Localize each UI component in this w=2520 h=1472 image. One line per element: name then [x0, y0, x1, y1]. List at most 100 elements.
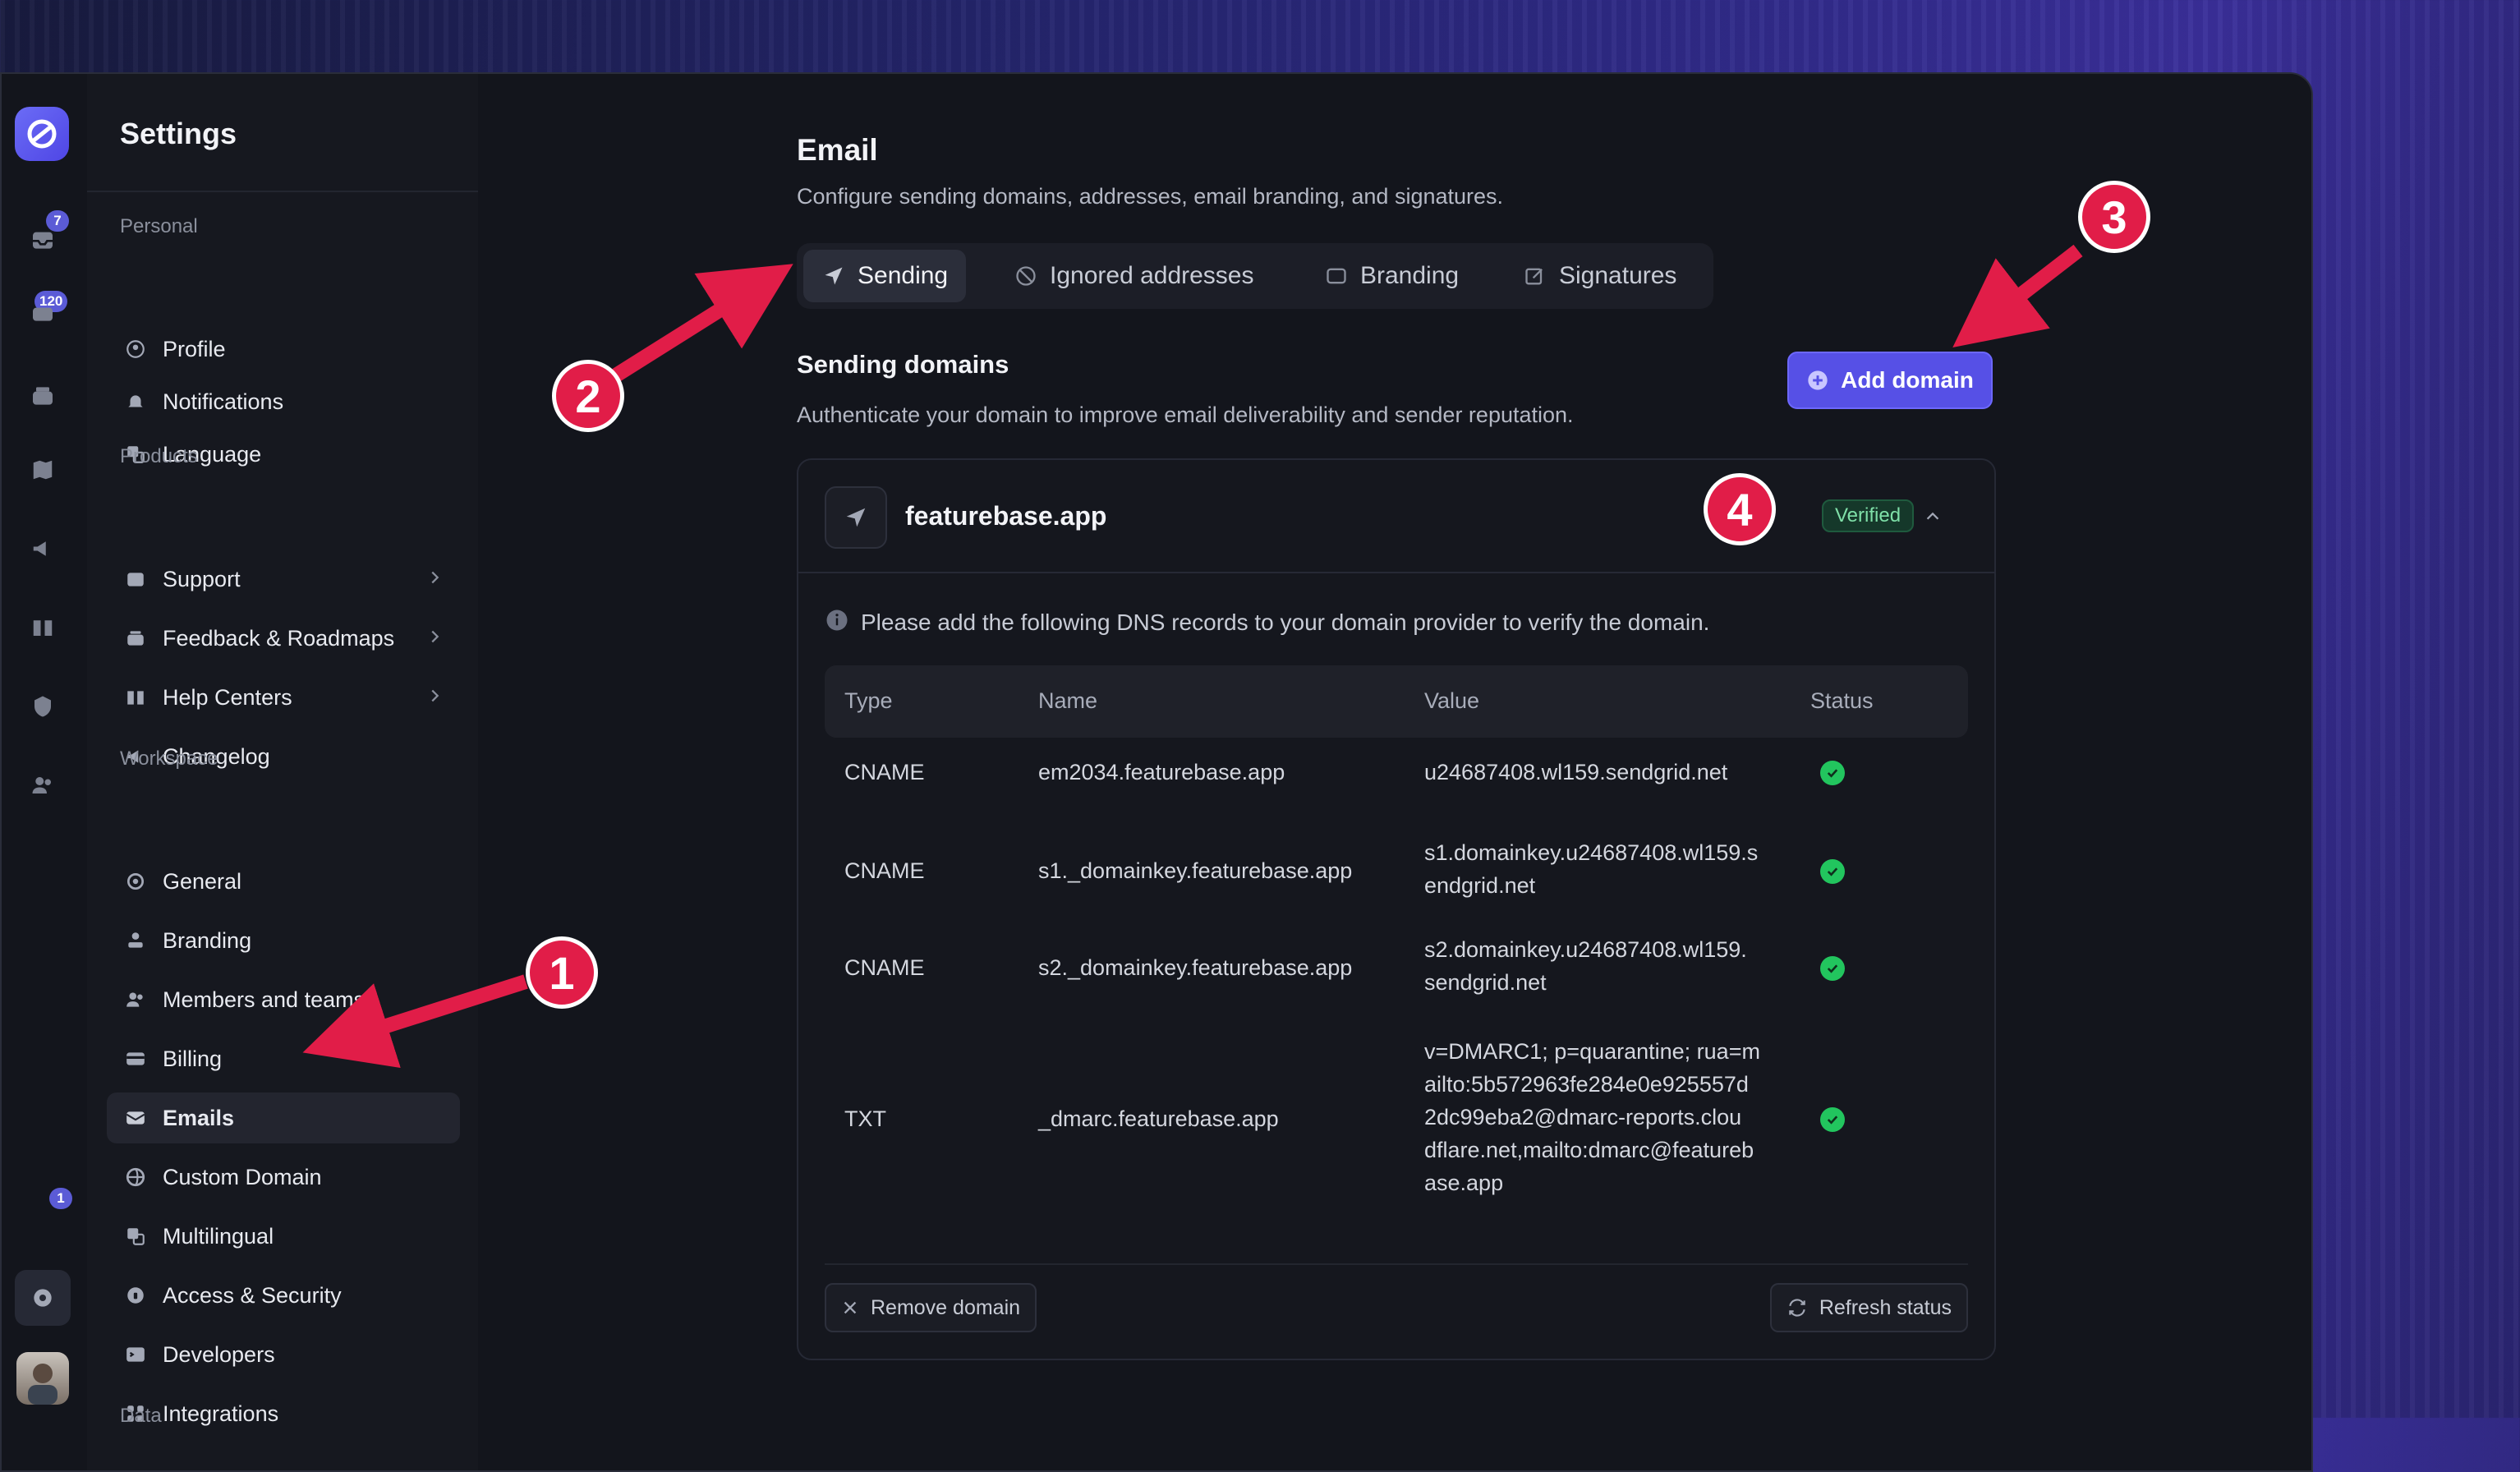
- record-type: CNAME: [844, 858, 925, 883]
- add-domain-label: Add domain: [1841, 367, 1974, 393]
- feedback-icon: [123, 626, 148, 651]
- page-subtitle: Configure sending domains, addresses, em…: [797, 184, 1504, 209]
- sidebar-item-custom-domain[interactable]: Custom Domain: [107, 1152, 460, 1203]
- refresh-status-button[interactable]: Refresh status: [1769, 1283, 1968, 1332]
- chevron-right-icon: [425, 628, 444, 650]
- record-value-line: u24687408.wl159.sendgrid.net: [1424, 760, 1728, 784]
- sidebar-item-general[interactable]: General: [107, 856, 460, 907]
- domain-card-header[interactable]: featurebase.app Verified: [798, 460, 1994, 573]
- record-value[interactable]: s2.domainkey.u24687408.wl159. sendgrid.n…: [1424, 933, 1747, 999]
- sidebar-item-branding[interactable]: Branding: [107, 915, 460, 966]
- dns-records-table: Type Name Value Status CNAME em2034.feat…: [825, 665, 1968, 1217]
- gear-icon[interactable]: [26, 1281, 59, 1314]
- status-badge: Verified: [1822, 499, 1915, 532]
- annotation-marker-2: 2: [552, 360, 624, 432]
- mail-icon: [123, 1106, 148, 1130]
- section-title: Sending domains: [797, 350, 1009, 379]
- remove-domain-button[interactable]: Remove domain: [825, 1283, 1037, 1332]
- sidebar-item-label: Profile: [163, 336, 226, 361]
- tab-sending[interactable]: Sending: [803, 250, 967, 302]
- sidebar-item-profile[interactable]: Profile: [107, 324, 460, 375]
- terminal-icon: [123, 1342, 148, 1367]
- table-row: TXT _dmarc.featurebase.app v=DMARC1; p=q…: [825, 1020, 1968, 1217]
- section-workspace: Workspace: [120, 748, 218, 770]
- book-icon[interactable]: [26, 611, 59, 644]
- column-header-value: Value: [1424, 688, 1480, 713]
- icon-rail: 7 120 1: [2, 74, 84, 1470]
- credit-card-icon: [123, 1046, 148, 1071]
- sidebar-title: Settings: [120, 117, 237, 150]
- record-type: CNAME: [844, 760, 925, 784]
- info-icon: [825, 608, 849, 637]
- tickets-icon-upper[interactable]: [26, 296, 59, 329]
- info-text: Please add the following DNS records to …: [861, 609, 1710, 635]
- table-row: CNAME s1._domainkey.featurebase.app s1.d…: [825, 826, 1968, 915]
- chevron-right-icon: [425, 687, 444, 709]
- section-personal: Personal: [120, 215, 198, 237]
- app-logo-icon[interactable]: [15, 107, 69, 161]
- gear-icon: [123, 869, 148, 894]
- record-value-line: endgrid.net: [1424, 873, 1536, 898]
- sidebar-item-label: General: [163, 868, 242, 894]
- annotation-marker-4: 4: [1704, 473, 1776, 545]
- chevron-up-icon[interactable]: [1920, 504, 1945, 529]
- tickets-icon[interactable]: [26, 380, 59, 412]
- record-type: TXT: [844, 1106, 886, 1131]
- edit-icon: [1523, 264, 1547, 288]
- sidebar-item-help-centers[interactable]: Help Centers: [107, 672, 460, 723]
- lock-icon: [123, 1283, 148, 1308]
- record-type: CNAME: [844, 955, 925, 980]
- domain-card: featurebase.app Verified Please add the …: [797, 458, 1996, 1360]
- check-circle-icon: [1820, 1107, 1845, 1132]
- record-value-line: v=DMARC1; p=quarantine; rua=m: [1424, 1039, 1760, 1064]
- tab-signatures[interactable]: Signatures: [1505, 250, 1695, 302]
- record-value-line: s1.domainkey.u24687408.wl159.s: [1424, 840, 1759, 865]
- sidebar-item-members-teams[interactable]: Members and teams: [107, 974, 460, 1025]
- sidebar-item-label: Help Centers: [163, 684, 292, 710]
- check-circle-icon: [1820, 761, 1845, 785]
- sidebar-item-emails[interactable]: Emails: [107, 1092, 460, 1143]
- tab-ignored-addresses[interactable]: Ignored addresses: [996, 250, 1272, 302]
- sidebar-item-multilingual[interactable]: Multilingual: [107, 1211, 460, 1262]
- ban-icon: [1014, 264, 1038, 288]
- sidebar-item-label: Custom Domain: [163, 1164, 322, 1189]
- record-value[interactable]: s1.domainkey.u24687408.wl159.s endgrid.n…: [1424, 836, 1758, 902]
- translate-icon: [123, 1224, 148, 1249]
- table-header: Type Name Value Status: [825, 665, 1968, 738]
- user-circle-icon: [123, 337, 148, 361]
- record-value-line: dflare.net,mailto:dmarc@featureb: [1424, 1138, 1754, 1162]
- record-value[interactable]: u24687408.wl159.sendgrid.net: [1424, 756, 1727, 789]
- bell-icon: [123, 389, 148, 414]
- tab-label: Ignored addresses: [1050, 262, 1254, 289]
- remove-domain-label: Remove domain: [871, 1295, 1021, 1319]
- roadmap-icon[interactable]: [26, 453, 59, 486]
- tab-branding[interactable]: Branding: [1306, 250, 1477, 302]
- shield-icon[interactable]: [26, 690, 59, 723]
- annotation-marker-1: 1: [526, 936, 598, 1009]
- sidebar-item-support[interactable]: Support: [107, 554, 460, 605]
- avatar[interactable]: [16, 1352, 69, 1405]
- sidebar-item-feedback-roadmaps[interactable]: Feedback & Roadmaps: [107, 613, 460, 664]
- sidebar-item-notifications[interactable]: Notifications: [107, 376, 460, 427]
- megaphone-icon[interactable]: [26, 532, 59, 565]
- record-value-line: 2dc99eba2@dmarc-reports.clou: [1424, 1105, 1742, 1129]
- record-value[interactable]: v=DMARC1; p=quarantine; rua=m ailto:5b57…: [1424, 1035, 1760, 1199]
- send-icon: [821, 264, 846, 288]
- stamp-icon: [123, 928, 148, 953]
- table-row: CNAME em2034.featurebase.app u24687408.w…: [825, 738, 1968, 826]
- plus-circle-icon: [1806, 369, 1829, 392]
- send-icon: [825, 486, 887, 549]
- users-icon[interactable]: [26, 769, 59, 802]
- sidebar-item-billing[interactable]: Billing: [107, 1033, 460, 1084]
- record-value-line: ase.app: [1424, 1171, 1504, 1195]
- annotation-marker-3: 3: [2078, 181, 2150, 253]
- record-name: s2._domainkey.featurebase.app: [1038, 955, 1353, 980]
- sidebar-item-access-security[interactable]: Access & Security: [107, 1270, 460, 1321]
- add-domain-button[interactable]: Add domain: [1787, 352, 1993, 409]
- table-row: CNAME s2._domainkey.featurebase.app s2.d…: [825, 915, 1968, 1020]
- divider: [87, 191, 478, 192]
- record-name: s1._domainkey.featurebase.app: [1038, 858, 1353, 883]
- refresh-icon: [1787, 1297, 1808, 1318]
- inbox-badge: 7: [46, 210, 69, 232]
- sidebar-item-developers[interactable]: Developers: [107, 1329, 460, 1380]
